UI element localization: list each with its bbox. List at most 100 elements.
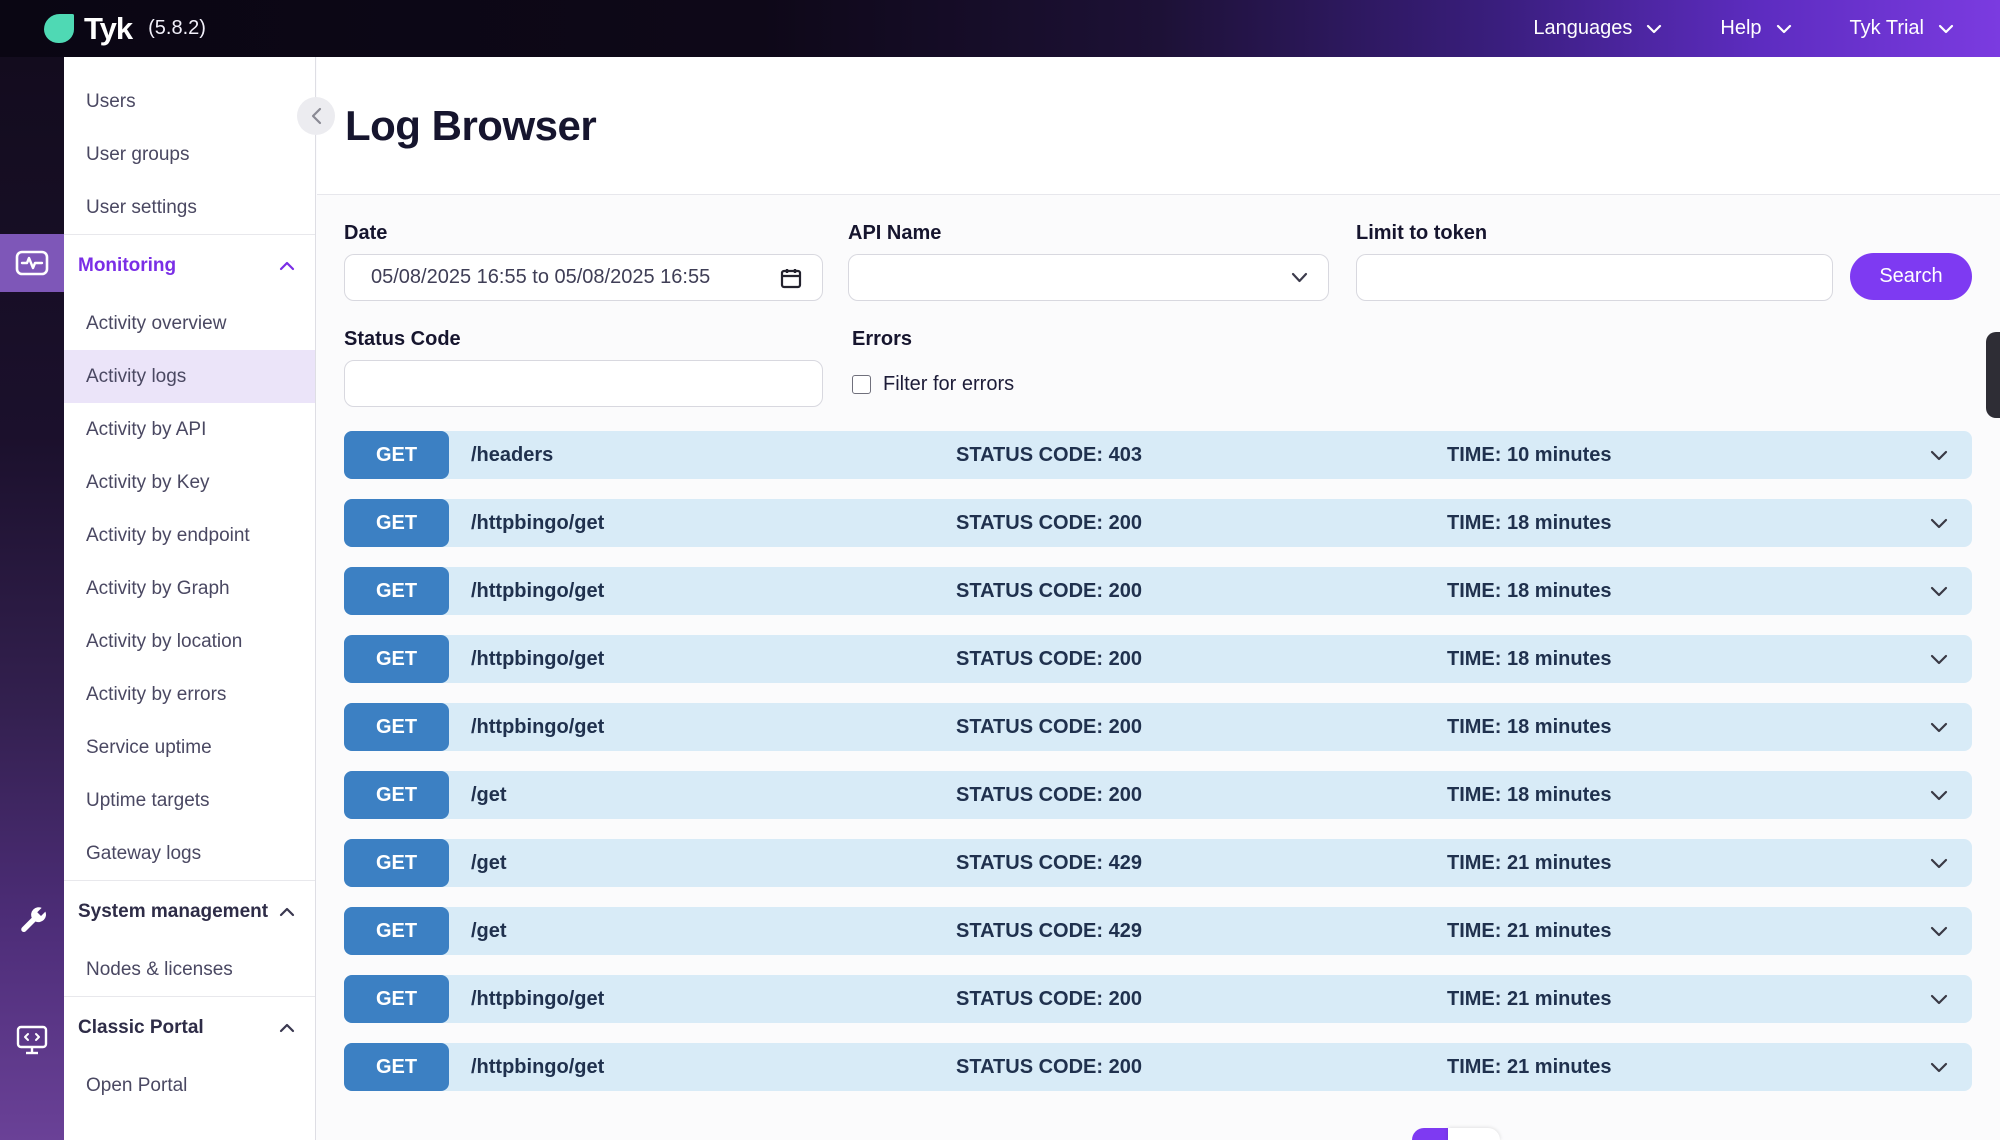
sidebar-item-label: Open Portal [86,1075,187,1097]
log-row[interactable]: GET /get STATUS CODE: 200 TIME: 18 minut… [344,771,1972,819]
pagination-active-page[interactable] [1412,1128,1448,1140]
sidebar-item-gateway-logs[interactable]: Gateway logs [64,827,315,880]
chevron-down-icon[interactable] [1930,654,1948,665]
filter-for-errors-checkbox[interactable] [852,375,871,394]
menu-account[interactable]: Tyk Trial [1850,17,1954,40]
log-row[interactable]: GET /httpbingo/get STATUS CODE: 200 TIME… [344,1043,1972,1091]
log-row[interactable]: GET /httpbingo/get STATUS CODE: 200 TIME… [344,567,1972,615]
log-status: STATUS CODE: 200 [956,567,1142,615]
chevron-up-icon [279,1023,295,1033]
chevron-down-icon[interactable] [1930,722,1948,733]
page-title: Log Browser [345,102,596,150]
log-status: STATUS CODE: 200 [956,1043,1142,1091]
log-row[interactable]: GET /get STATUS CODE: 429 TIME: 21 minut… [344,907,1972,955]
method-badge: GET [344,839,449,887]
log-path: /httpbingo/get [471,567,604,615]
calendar-icon[interactable] [780,267,802,289]
method-badge: GET [344,635,449,683]
menu-help[interactable]: Help [1720,17,1791,40]
search-button[interactable]: Search [1850,253,1972,300]
log-status: STATUS CODE: 200 [956,703,1142,751]
log-path: /httpbingo/get [471,499,604,547]
page-header: Log Browser [317,57,2000,194]
sidebar-item-label: Service uptime [86,737,212,759]
api-name-label: API Name [848,222,941,245]
sidebar-item-users[interactable]: Users [64,75,315,128]
log-time: TIME: 18 minutes [1447,771,1611,819]
api-name-select[interactable] [848,254,1329,301]
portal-monitor-icon [16,1025,48,1055]
log-row[interactable]: GET /headers STATUS CODE: 403 TIME: 10 m… [344,431,1972,479]
log-time: TIME: 18 minutes [1447,703,1611,751]
sidebar-section-classic-portal[interactable]: Classic Portal [64,997,315,1059]
sidebar-item-activity-logs[interactable]: Activity logs [64,350,315,403]
date-range-input[interactable]: 05/08/2025 16:55 to 05/08/2025 16:55 [344,254,823,301]
method-badge: GET [344,907,449,955]
sidebar-item-nodes-licenses[interactable]: Nodes & licenses [64,943,315,996]
sidebar-section-system-management[interactable]: System management [64,881,315,943]
method-badge: GET [344,975,449,1023]
filter-for-errors: Filter for errors [852,373,1014,396]
log-path: /httpbingo/get [471,1043,604,1091]
chevron-down-icon[interactable] [1930,450,1948,461]
sidebar-item-activity-by-errors[interactable]: Activity by errors [64,668,315,721]
chevron-down-icon[interactable] [1930,1062,1948,1073]
log-status: STATUS CODE: 200 [956,499,1142,547]
log-path: /get [471,771,507,819]
sidebar-item-open-portal[interactable]: Open Portal [64,1059,315,1112]
log-status: STATUS CODE: 200 [956,975,1142,1023]
chevron-down-icon[interactable] [1930,994,1948,1005]
brand[interactable]: Tyk (5.8.2) [44,11,206,47]
method-badge: GET [344,703,449,751]
sidebar-section-monitoring[interactable]: Monitoring [64,235,315,297]
menu-languages[interactable]: Languages [1533,17,1662,40]
brand-name: Tyk [84,11,132,47]
menu-account-label: Tyk Trial [1850,17,1924,40]
sidebar-collapse-button[interactable] [297,97,335,135]
log-time: TIME: 18 minutes [1447,635,1611,683]
filter-for-errors-label: Filter for errors [883,373,1014,396]
sidebar-item-service-uptime[interactable]: Service uptime [64,721,315,774]
portal-strip-button[interactable] [0,1025,64,1055]
section-label: Classic Portal [78,1017,204,1039]
system-strip-button[interactable] [0,905,64,935]
log-time: TIME: 18 minutes [1447,567,1611,615]
sidebar-item-label: Activity by Key [86,472,210,494]
chevron-down-icon[interactable] [1930,858,1948,869]
chevron-down-icon[interactable] [1930,518,1948,529]
errors-label: Errors [852,328,912,351]
log-row[interactable]: GET /httpbingo/get STATUS CODE: 200 TIME… [344,499,1972,547]
sidebar-item-activity-overview[interactable]: Activity overview [64,297,315,350]
limit-to-token-input[interactable] [1356,254,1833,301]
log-row[interactable]: GET /httpbingo/get STATUS CODE: 200 TIME… [344,975,1972,1023]
monitoring-strip-button[interactable] [0,234,64,292]
chevron-down-icon[interactable] [1930,926,1948,937]
sidebar-item-user-groups[interactable]: User groups [64,128,315,181]
sidebar-item-activity-by-location[interactable]: Activity by location [64,615,315,668]
sidebar-item-activity-by-api[interactable]: Activity by API [64,403,315,456]
scrollbar-thumb[interactable] [1986,332,2000,418]
sidebar-item-label: Activity overview [86,313,226,335]
chevron-down-icon [1291,272,1308,283]
log-time: TIME: 21 minutes [1447,975,1611,1023]
pagination-next-page[interactable] [1448,1128,1500,1140]
log-row[interactable]: GET /httpbingo/get STATUS CODE: 200 TIME… [344,703,1972,751]
sidebar-item-activity-by-key[interactable]: Activity by Key [64,456,315,509]
sidebar-item-user-settings[interactable]: User settings [64,181,315,234]
log-time: TIME: 18 minutes [1447,499,1611,547]
log-path: /httpbingo/get [471,703,604,751]
log-status: STATUS CODE: 403 [956,431,1142,479]
section-label: Monitoring [78,255,176,277]
sidebar-item-activity-by-endpoint[interactable]: Activity by endpoint [64,509,315,562]
log-row[interactable]: GET /httpbingo/get STATUS CODE: 200 TIME… [344,635,1972,683]
log-time: TIME: 21 minutes [1447,1043,1611,1091]
log-row[interactable]: GET /get STATUS CODE: 429 TIME: 21 minut… [344,839,1972,887]
sidebar-item-uptime-targets[interactable]: Uptime targets [64,774,315,827]
sidebar-item-label: Activity by endpoint [86,525,250,547]
chevron-down-icon[interactable] [1930,790,1948,801]
sidebar-item-activity-by-graph[interactable]: Activity by Graph [64,562,315,615]
log-path: /httpbingo/get [471,975,604,1023]
chevron-down-icon[interactable] [1930,586,1948,597]
status-code-input[interactable] [344,360,823,407]
log-status: STATUS CODE: 429 [956,839,1142,887]
